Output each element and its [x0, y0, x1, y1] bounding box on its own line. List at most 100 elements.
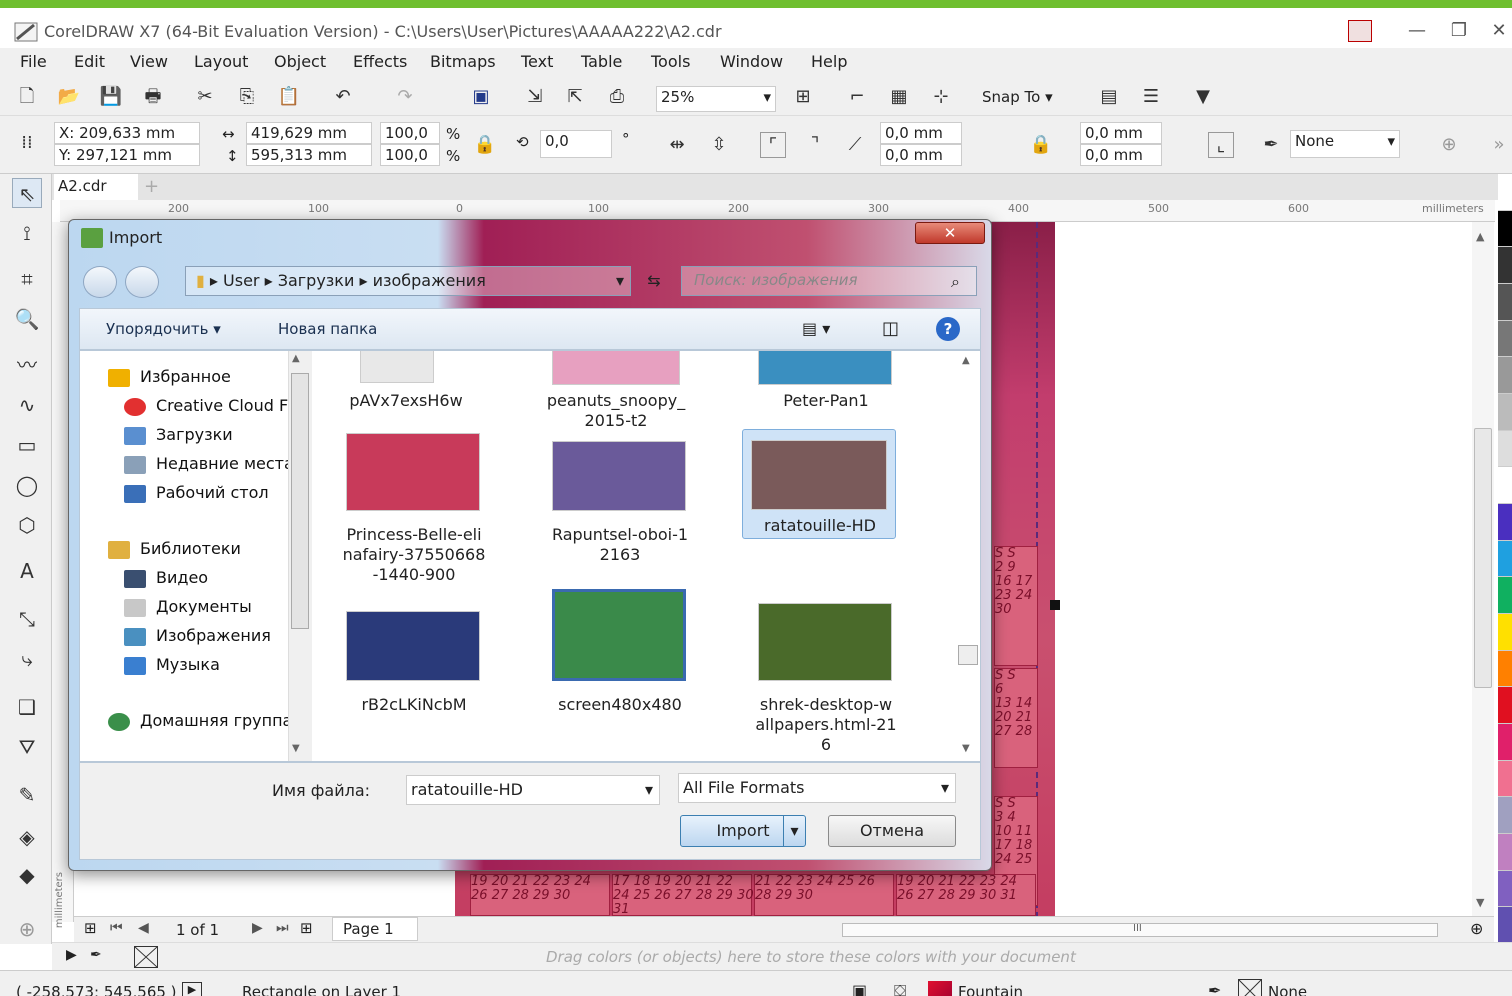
mirror-vertical-icon[interactable]: ⇳: [706, 132, 732, 158]
open-icon[interactable]: 📂: [56, 84, 82, 110]
scale-height-field[interactable]: 100,0: [380, 144, 440, 166]
shape-tool-icon[interactable]: ⟟: [12, 218, 42, 248]
vertical-scrollbar[interactable]: ▲ ▼: [1472, 222, 1494, 918]
add-icon[interactable]: ⊕: [1436, 132, 1462, 158]
nav-downloads[interactable]: Загрузки: [124, 425, 233, 445]
palette-swatch[interactable]: [1498, 797, 1512, 834]
palette-swatch[interactable]: [1498, 210, 1512, 248]
nav-creative-cloud[interactable]: Creative Cloud Fi: [124, 396, 291, 416]
file-item[interactable]: [336, 351, 476, 383]
new-folder-button[interactable]: Новая папка: [278, 320, 377, 338]
next-page-icon[interactable]: ▶: [252, 920, 263, 936]
grid-scroll-down-icon[interactable]: ▼: [962, 743, 970, 754]
document-tab[interactable]: A2.cdr: [54, 174, 138, 200]
nav-scrollbar[interactable]: ▲ ▼: [288, 351, 312, 761]
file-format-select[interactable]: All File Formats ▾: [678, 773, 956, 803]
freehand-tool-icon[interactable]: 〰: [12, 350, 42, 380]
palette-swatch[interactable]: [1498, 907, 1512, 944]
palette-eyedropper-icon[interactable]: ✒: [90, 947, 102, 963]
page-tab[interactable]: Page 1: [332, 917, 418, 941]
palette-swatch[interactable]: [1498, 247, 1512, 284]
application-launcher-icon[interactable]: ▼: [1190, 84, 1216, 110]
cancel-button[interactable]: Отмена: [828, 815, 956, 847]
status-menu-icon[interactable]: ▶: [182, 982, 202, 996]
add-page-icon[interactable]: ⊞: [84, 919, 97, 937]
chamfered-corner-icon[interactable]: ⟋: [842, 132, 868, 158]
no-color-swatch-icon[interactable]: [134, 946, 158, 968]
breadcrumb-images[interactable]: изображения: [373, 271, 486, 290]
nav-homegroup[interactable]: Домашняя группа: [108, 711, 292, 731]
grid-scroll-up-icon[interactable]: ▲: [962, 355, 970, 366]
filename-input[interactable]: ratatouille-HD ▾: [406, 775, 660, 805]
dialog-close-button[interactable]: ✕: [915, 222, 985, 244]
breadcrumb-user[interactable]: User: [223, 271, 259, 290]
search-input[interactable]: Поиск: изображения: [681, 266, 977, 296]
new-tab-icon[interactable]: +: [144, 176, 159, 197]
width-field[interactable]: 419,629 mm: [246, 122, 372, 144]
corner-top-right-field[interactable]: 0,0 mm: [1080, 122, 1162, 144]
new-document-icon[interactable]: 🗋: [14, 84, 40, 110]
file-name[interactable]: peanuts_snoopy_ 2015-t2: [536, 391, 696, 431]
back-button[interactable]: [83, 266, 117, 298]
first-page-icon[interactable]: ⏮: [110, 920, 123, 936]
eyedropper-icon[interactable]: ✎: [12, 780, 42, 810]
palette-swatch[interactable]: [1498, 394, 1512, 431]
scroll-thumb[interactable]: [1474, 428, 1492, 688]
nav-recent-places[interactable]: Недавние места: [124, 454, 294, 474]
cut-icon[interactable]: ✂: [192, 84, 218, 110]
palette-swatch[interactable]: [1498, 614, 1512, 651]
file-name[interactable]: pAVx7exsH6w: [336, 391, 476, 411]
menu-view[interactable]: View: [130, 52, 168, 71]
lock-corners-icon[interactable]: 🔒: [1028, 132, 1054, 158]
palette-swatch[interactable]: [1498, 760, 1512, 798]
transparency-icon[interactable]: ⛛: [12, 732, 42, 762]
file-name[interactable]: rB2cLKiNcbM: [326, 695, 502, 715]
file-thumbnail[interactable]: [552, 441, 686, 511]
import-icon[interactable]: ⇲: [522, 84, 548, 110]
palette-swatch[interactable]: [1498, 504, 1512, 541]
menu-edit[interactable]: Edit: [74, 52, 105, 71]
last-page-icon[interactable]: ⏭: [276, 920, 289, 936]
selected-file-item[interactable]: ratatouille-HD: [742, 429, 896, 539]
menu-window[interactable]: Window: [720, 52, 783, 71]
preview-pane-icon[interactable]: ◫: [882, 318, 899, 339]
palette-menu-icon[interactable]: ▶: [66, 947, 77, 963]
account-icon[interactable]: [1348, 20, 1372, 42]
save-icon[interactable]: 💾: [98, 84, 124, 110]
palette-swatch[interactable]: [1498, 577, 1512, 614]
interactive-fill-icon[interactable]: ◈: [12, 822, 42, 852]
corner-bottom-left-field[interactable]: 0,0 mm: [880, 144, 962, 166]
guidelines-icon[interactable]: ⊹: [928, 84, 954, 110]
search-icon[interactable]: ⌕: [951, 272, 960, 292]
copy-icon[interactable]: ⎘: [234, 84, 260, 110]
palette-swatch[interactable]: [1498, 174, 1512, 211]
export-icon[interactable]: ⇱: [562, 84, 588, 110]
add-tool-icon[interactable]: ⊕: [12, 914, 42, 944]
zoom-select[interactable]: 25% ▾: [656, 86, 776, 112]
nav-scroll-up-icon[interactable]: ▲: [292, 353, 300, 364]
publish-pdf-icon[interactable]: ⎙: [604, 84, 630, 110]
artistic-media-icon[interactable]: ∿: [12, 390, 42, 420]
palette-swatch[interactable]: [1498, 870, 1512, 908]
nav-scroll-thumb[interactable]: [291, 373, 309, 629]
organize-menu[interactable]: Упорядочить ▾: [106, 320, 221, 338]
round-corner-icon[interactable]: ⌜: [760, 132, 786, 158]
nav-favorites[interactable]: Избранное: [108, 367, 231, 387]
import-options-icon[interactable]: ▾: [783, 816, 805, 846]
corner-bottom-right-field[interactable]: 0,0 mm: [1080, 144, 1162, 166]
nav-music[interactable]: Музыка: [124, 655, 220, 675]
nav-desktop[interactable]: Рабочий стол: [124, 483, 269, 503]
snap-to-dropdown[interactable]: Snap To ▾: [982, 88, 1053, 106]
file-grid-scrollbar[interactable]: ▲ ▼: [956, 351, 980, 761]
file-thumbnail[interactable]: [758, 351, 892, 385]
nav-libraries[interactable]: Библиотеки: [108, 539, 241, 559]
menu-table[interactable]: Table: [581, 52, 622, 71]
palette-swatch[interactable]: [1498, 467, 1512, 504]
pick-tool-icon[interactable]: ⇖: [12, 178, 42, 208]
forward-button[interactable]: [125, 266, 159, 298]
file-name[interactable]: screen480x480: [532, 695, 708, 715]
file-thumbnail[interactable]: [552, 589, 686, 681]
breadcrumb-downloads[interactable]: Загрузки: [278, 271, 355, 290]
nav-documents[interactable]: Документы: [124, 597, 252, 617]
palette-swatch[interactable]: [1498, 650, 1512, 688]
